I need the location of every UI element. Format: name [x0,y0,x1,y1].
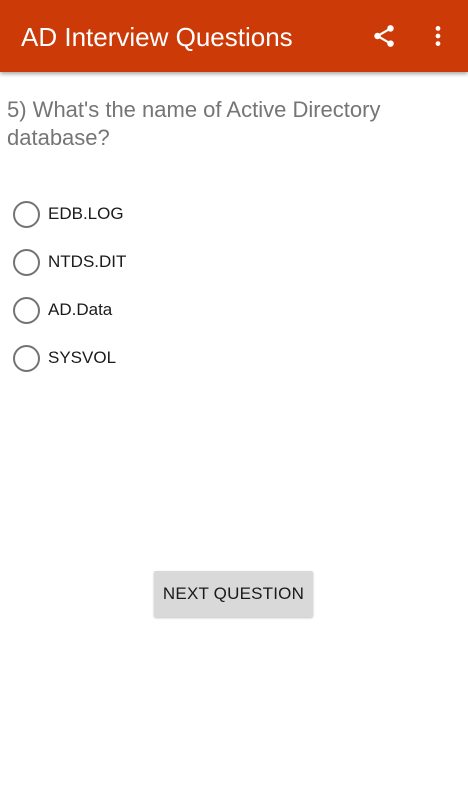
next-question-button[interactable]: NEXT QUESTION [154,571,313,617]
app-title: AD Interview Questions [21,22,293,52]
radio-button[interactable] [13,296,40,324]
answer-option-label: AD.Data [48,300,113,319]
answer-option[interactable]: NTDS.DIT [13,238,126,286]
answer-option[interactable]: EDB.LOG [13,190,126,238]
question-text: 5) What's the name of Active Directory d… [7,97,381,150]
more-vertical-icon [435,26,441,46]
answer-option[interactable]: AD.Data [13,286,126,334]
answer-option-label: SYSVOL [48,348,117,367]
share-icon [374,25,394,47]
overflow-menu-button[interactable] [420,18,456,54]
answer-option[interactable]: SYSVOL [13,334,126,382]
app-bar: AD Interview Questions [0,0,468,72]
radio-button[interactable] [13,248,40,276]
radio-button[interactable] [13,344,40,372]
answer-option-label: NTDS.DIT [48,252,127,271]
answer-option-label: EDB.LOG [48,204,124,223]
answer-options: EDB.LOG NTDS.DIT AD.Data SYSVOL [13,190,126,382]
app-screen: AD Interview Questions 5) What's the nam… [0,0,468,800]
radio-button[interactable] [13,200,40,228]
share-button[interactable] [366,18,402,54]
